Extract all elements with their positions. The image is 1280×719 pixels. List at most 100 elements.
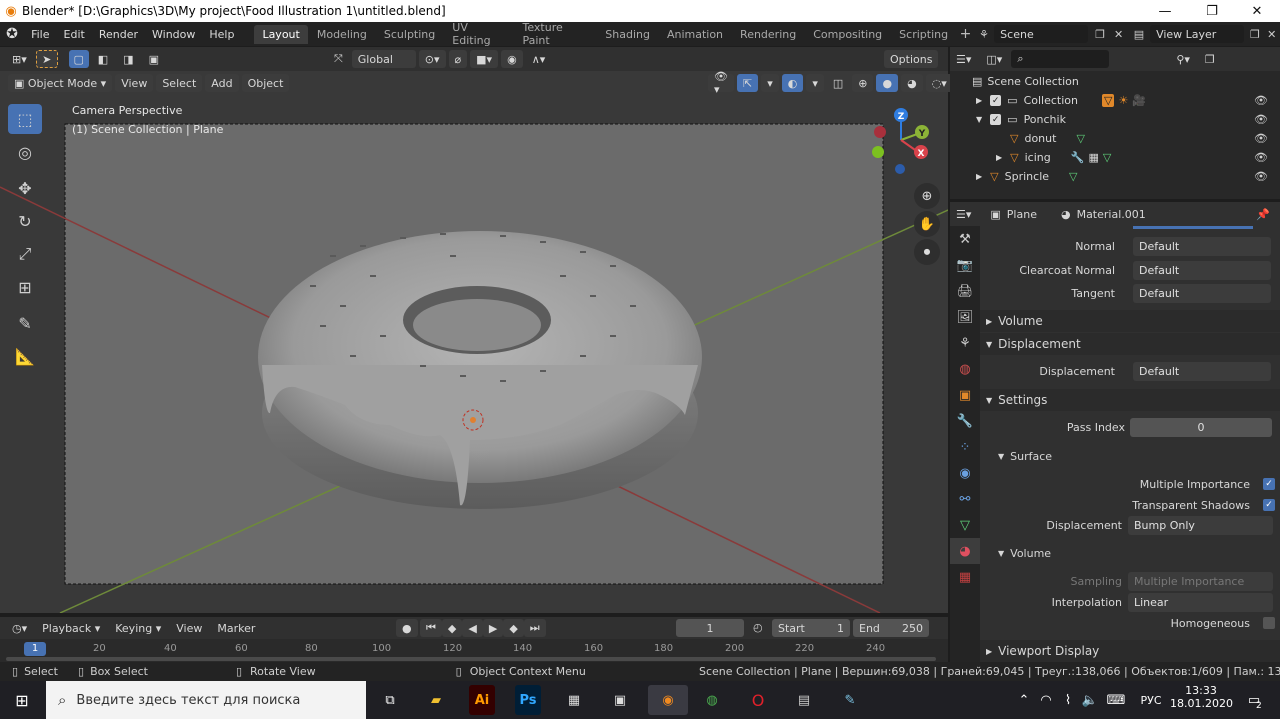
volume-icon[interactable]: 🔈: [1080, 685, 1100, 715]
scene-tab-icon[interactable]: ⚘: [950, 330, 980, 356]
annotate-tool-icon[interactable]: ✎: [8, 308, 42, 338]
record-icon[interactable]: ●: [396, 619, 418, 637]
tab-sculpting[interactable]: Sculpting: [376, 25, 443, 44]
expand-arrow-icon[interactable]: ▶: [976, 172, 982, 181]
object-tab-icon[interactable]: ▣: [950, 382, 980, 408]
interpolation-dropdown[interactable]: Linear: [1128, 592, 1273, 612]
world-tab-icon[interactable]: ◍: [950, 356, 980, 382]
visibility-eye-icon[interactable]: 👁: [1254, 113, 1268, 126]
frame-ruler[interactable]: 1 20 40 60 80 100 120 140 160 180 200 22…: [0, 639, 948, 662]
current-frame-field[interactable]: 1: [676, 619, 744, 637]
select-mode-new-icon[interactable]: ▢: [68, 50, 89, 68]
particles-tab-icon[interactable]: ⁘: [950, 434, 980, 460]
menu-view[interactable]: View: [115, 74, 154, 92]
menu-help[interactable]: Help: [202, 28, 241, 41]
texture-tab-icon[interactable]: ▦: [950, 564, 980, 590]
tab-scripting[interactable]: Scripting: [891, 25, 956, 44]
physics-tab-icon[interactable]: ◉: [950, 460, 980, 486]
photoshop-icon[interactable]: Ps: [515, 685, 541, 715]
snap-target-icon[interactable]: ■▾: [470, 50, 499, 68]
tool-tab-icon[interactable]: ⚒: [950, 226, 980, 252]
windows-start-icon[interactable]: ⊞: [6, 685, 38, 715]
illustrator-icon[interactable]: Ai: [469, 685, 495, 715]
viewport-display-section-header[interactable]: ▶ Viewport Display: [980, 640, 1280, 662]
zoom-icon[interactable]: ⊕: [914, 183, 940, 209]
tab-shading[interactable]: Shading: [597, 25, 658, 44]
scene-icon[interactable]: ⚘: [974, 28, 994, 41]
constraints-tab-icon[interactable]: ⚯: [950, 486, 980, 512]
pin-icon[interactable]: 📌: [1256, 208, 1270, 221]
overlays-dropdown-icon[interactable]: ▾: [806, 74, 824, 92]
view-layer-copy-icon[interactable]: ❐: [1247, 28, 1264, 41]
modifier-tab-icon[interactable]: 🔧: [950, 408, 980, 434]
select-mode-extend-icon[interactable]: ◧: [92, 50, 114, 68]
xray-icon[interactable]: ◫: [827, 74, 849, 92]
visibility-eye-icon[interactable]: 👁: [1254, 132, 1268, 145]
visibility-eye-icon[interactable]: 👁: [1254, 170, 1268, 183]
network-icon[interactable]: ◠: [1036, 685, 1056, 715]
mesh-data-tab-icon[interactable]: ▽: [950, 512, 980, 538]
jump-start-icon[interactable]: ⏮: [420, 619, 442, 637]
exclude-checkbox[interactable]: ✓: [990, 95, 1002, 106]
wifi-icon[interactable]: ⌇: [1058, 685, 1078, 715]
opera-icon[interactable]: O: [742, 685, 774, 715]
shading-material-icon[interactable]: ◕: [901, 74, 923, 92]
editor-type-icon[interactable]: ⊞▾: [6, 50, 33, 68]
outliner-row-scene-collection[interactable]: ▤ Scene Collection: [950, 72, 1280, 91]
normal-field[interactable]: Default: [1133, 236, 1271, 256]
mode-dropdown[interactable]: ▣ Object Mode ▾: [8, 74, 113, 92]
view-layer-tab-icon[interactable]: 🖼: [950, 304, 980, 330]
outliner-row-donut[interactable]: ▽ donut ▽ 👁: [950, 129, 1280, 148]
outliner-row-icing[interactable]: ▶ ▽ icing 🔧 ▦ ▽ 👁: [950, 148, 1280, 167]
move-tool-icon[interactable]: ✥: [8, 173, 42, 203]
remote-desktop-icon[interactable]: ▤: [788, 685, 820, 715]
clearcoat-normal-field[interactable]: Default: [1133, 260, 1271, 280]
tab-texture-paint[interactable]: Texture Paint: [514, 18, 596, 50]
tab-uv-editing[interactable]: UV Editing: [444, 18, 513, 50]
transform-tool-icon[interactable]: ⊞: [8, 272, 42, 302]
scene-selector[interactable]: Scene: [994, 25, 1088, 43]
minimize-button[interactable]: —: [1142, 0, 1188, 22]
tray-chevron-icon[interactable]: ⌃: [1014, 685, 1034, 715]
start-frame-field[interactable]: Start 1: [772, 619, 850, 637]
new-collection-icon[interactable]: ❐: [1199, 50, 1221, 68]
paint-app-icon[interactable]: ✎: [834, 685, 866, 715]
jump-end-icon[interactable]: ⏭: [523, 619, 546, 637]
tab-compositing[interactable]: Compositing: [805, 25, 890, 44]
snap-icon[interactable]: ⌀: [448, 50, 468, 68]
blender-taskbar-icon[interactable]: ◉: [648, 685, 688, 715]
donut-mesh[interactable]: [258, 231, 702, 509]
menu-select[interactable]: Select: [156, 74, 203, 92]
cursor-tool-icon[interactable]: ◎: [8, 137, 42, 167]
menu-file[interactable]: File: [24, 28, 56, 41]
view-layer-icon[interactable]: ▤: [1128, 28, 1150, 41]
transparent-shadows-checkbox[interactable]: ✓: [1263, 499, 1275, 511]
outliner-row-sprincle[interactable]: ▶ ▽ Sprincle ▽ 👁: [950, 167, 1280, 186]
view-layer-selector[interactable]: View Layer: [1150, 25, 1244, 43]
overlays-icon[interactable]: ◐: [781, 74, 804, 92]
scale-tool-icon[interactable]: ⤢: [8, 239, 42, 269]
options-dropdown[interactable]: Options: [884, 50, 939, 68]
menu-window[interactable]: Window: [145, 28, 202, 41]
outliner-editor-type-icon[interactable]: ☰▾: [950, 50, 977, 68]
pass-index-field[interactable]: 0: [1130, 417, 1272, 437]
settings-section-header[interactable]: ▼ Settings: [980, 389, 1280, 411]
play-reverse-icon[interactable]: ◀: [462, 619, 483, 637]
material-tab-icon[interactable]: ◕: [950, 538, 980, 564]
keying-dropdown[interactable]: Keying ▾: [109, 619, 167, 637]
timeline-scrollbar[interactable]: [6, 657, 936, 661]
exclude-checkbox[interactable]: ✓: [990, 114, 1002, 125]
task-view-icon[interactable]: ⧉: [374, 685, 406, 715]
gizmos-dropdown-icon[interactable]: ▾: [761, 74, 779, 92]
add-workspace-icon[interactable]: +: [957, 26, 974, 42]
measure-tool-icon[interactable]: 📐: [8, 341, 42, 371]
tab-rendering[interactable]: Rendering: [732, 25, 804, 44]
timeline-editor-type-icon[interactable]: ◷▾: [6, 619, 33, 637]
tab-layout[interactable]: Layout: [254, 24, 308, 44]
scene-remove-icon[interactable]: ✕: [1109, 28, 1128, 41]
falloff-icon[interactable]: ∧▾: [526, 50, 552, 68]
chrome-icon[interactable]: ◍: [696, 685, 728, 715]
expand-arrow-icon[interactable]: ▶: [996, 153, 1002, 162]
blender-menu-icon[interactable]: ✪: [0, 26, 24, 42]
menu-edit[interactable]: Edit: [57, 28, 92, 41]
